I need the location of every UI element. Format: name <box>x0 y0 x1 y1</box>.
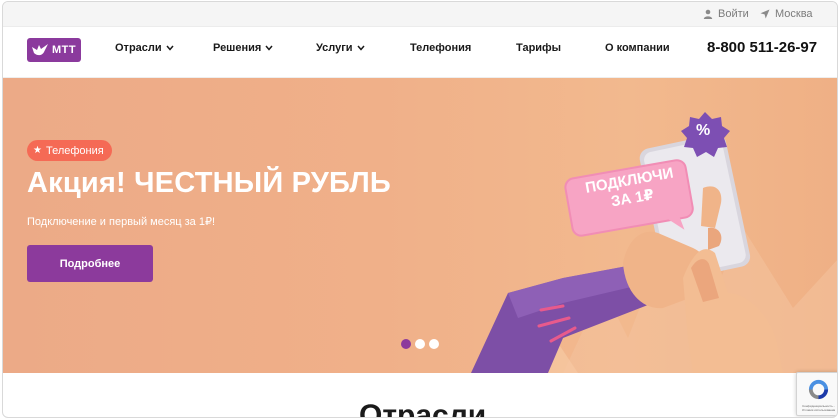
tag-label: Телефония <box>45 144 104 157</box>
phone-number[interactable]: 8-800 511-26-97 <box>707 39 817 56</box>
slider-dot-2[interactable] <box>415 339 425 349</box>
chevron-down-icon <box>166 45 174 51</box>
nav-label: Тарифы <box>516 42 562 54</box>
recaptcha-icon <box>808 379 829 400</box>
chevron-down-icon <box>265 45 273 51</box>
nav-label: Отрасли <box>115 42 162 54</box>
slider-pagination <box>401 339 439 349</box>
nav-label: Решения <box>213 42 262 54</box>
nav-item-tariffs[interactable]: Тарифы <box>516 42 561 54</box>
utility-bar: Войти Москва <box>3 2 837 27</box>
login-link[interactable]: Войти <box>703 8 749 20</box>
hero-title: Акция! ЧЕСТНЫЙ РУБЛЬ <box>27 167 391 199</box>
hero-banner: ПОДКЛЮЧИ ЗА 1₽ % ★ Телефония Акция! ЧЕСТ… <box>3 78 837 373</box>
slider-dot-3[interactable] <box>429 339 439 349</box>
location-arrow-icon <box>760 9 770 19</box>
nav-item-solutions[interactable]: Решения <box>213 42 273 54</box>
login-label: Войти <box>718 8 749 20</box>
user-icon <box>703 9 713 19</box>
hero-subtitle: Подключение и первый месяц за 1₽! <box>27 216 216 228</box>
slider-dot-1[interactable] <box>401 339 411 349</box>
city-label: Москва <box>775 8 813 20</box>
recaptcha-badge[interactable]: Конфиденциальность - Условия использован… <box>796 372 837 416</box>
main-header: МТТ Отрасли Решения Услуги Телефония Тар… <box>3 27 837 78</box>
chevron-down-icon <box>357 45 365 51</box>
city-selector[interactable]: Москва <box>760 8 813 20</box>
category-tag[interactable]: ★ Телефония <box>27 140 112 161</box>
recaptcha-text: Конфиденциальность - Условия использован… <box>801 404 836 412</box>
nav-item-about[interactable]: О компании <box>605 42 670 54</box>
browser-viewport: Войти Москва МТТ Отрасли Решения Услуги <box>2 1 838 418</box>
nav-item-telephony[interactable]: Телефония <box>410 42 471 54</box>
nav-label: Услуги <box>316 42 353 54</box>
more-details-button[interactable]: Подробнее <box>27 245 153 282</box>
star-icon: ★ <box>33 145 42 156</box>
nav-label: Телефония <box>410 42 472 54</box>
nav-label: О компании <box>605 42 670 54</box>
nav-item-industries[interactable]: Отрасли <box>115 42 174 54</box>
logo[interactable]: МТТ <box>27 38 81 62</box>
percent-symbol: % <box>696 122 711 139</box>
bird-logo-icon <box>32 44 48 56</box>
logo-text: МТТ <box>52 44 77 56</box>
section-title-industries: Отрасли <box>359 399 487 418</box>
nav-item-services[interactable]: Услуги <box>316 42 365 54</box>
